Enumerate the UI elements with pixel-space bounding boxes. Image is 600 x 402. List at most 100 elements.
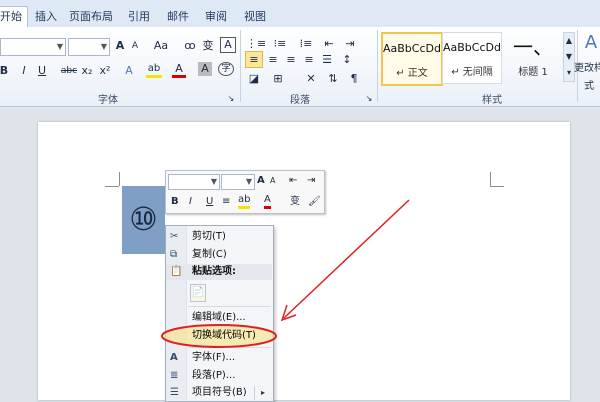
format-painter-icon[interactable]: 🖌 <box>308 194 321 210</box>
submenu-arrow-icon: ▸ <box>261 388 266 397</box>
menu-item-bullets[interactable]: 项目符号(B) <box>192 386 247 400</box>
ribbon-tab-bar: 开始 插入 页面布局 引用 邮件 审阅 视图 <box>0 0 600 28</box>
chinese-layout-button[interactable]: ✕ <box>303 70 319 88</box>
strikethrough-button[interactable]: abc <box>60 62 78 80</box>
mini-shrink-font-button[interactable]: A <box>270 173 275 189</box>
change-styles-icon[interactable]: A <box>580 34 600 58</box>
font-group-label: 字体 <box>98 95 118 106</box>
style-name: ↵ 无间隔 <box>451 67 493 78</box>
bold-button[interactable]: B <box>0 62 10 80</box>
mini-bold-button[interactable]: B <box>171 194 179 210</box>
style-name: ↵ 正文 <box>396 68 428 79</box>
paragraph-group-label: 段落 <box>290 95 310 106</box>
line-spacing-button[interactable]: ↕ <box>340 51 354 69</box>
selected-field[interactable]: ⑩ <box>122 186 165 254</box>
styles-group-label: 样式 <box>482 95 502 106</box>
style-sample: 一、 <box>513 35 553 59</box>
menu-separator <box>188 347 271 348</box>
tab-references[interactable]: 引用 <box>123 7 155 27</box>
style-normal[interactable]: AaBbCcDd ↵ 正文 <box>381 32 443 86</box>
tab-review[interactable]: 审阅 <box>200 7 232 27</box>
style-sample: AaBbCcDd <box>443 41 501 54</box>
clear-format-button[interactable]: ꝏ <box>183 37 197 55</box>
circled-number-text: ⑩ <box>129 200 158 238</box>
copy-icon: ⧉ <box>170 249 178 260</box>
grow-font-button[interactable]: A <box>113 37 127 55</box>
chevron-down-icon: ▼ <box>56 42 63 51</box>
mini-italic-button[interactable]: I <box>189 194 192 210</box>
show-marks-button[interactable]: ¶ <box>347 70 361 88</box>
crop-mark <box>105 186 119 187</box>
style-heading-1[interactable]: 一、 标题 1 <box>503 32 563 84</box>
mini-highlight-button[interactable]: ab <box>238 194 251 209</box>
crop-mark <box>490 172 491 186</box>
distributed-button[interactable]: ☰ <box>320 51 334 69</box>
justify-button[interactable]: ≡ <box>302 51 316 69</box>
chevron-down-icon: ▼ <box>210 177 217 186</box>
sort-button[interactable]: ⇅ <box>326 70 340 88</box>
font-name-combo[interactable]: ▼ <box>0 38 66 56</box>
text-effects-button[interactable]: A <box>122 62 136 80</box>
shrink-font-button[interactable]: A <box>129 37 141 55</box>
mini-underline-button[interactable]: U <box>206 194 213 210</box>
style-sample: AaBbCcDd <box>383 42 441 55</box>
italic-button[interactable]: I <box>18 62 30 80</box>
font-size-combo[interactable]: ▼ <box>68 38 110 56</box>
menu-item-toggle-field-codes-label: 切换域代码(T) <box>192 330 256 341</box>
mini-center-button[interactable]: ≡ <box>222 194 230 210</box>
crop-mark <box>119 172 120 186</box>
superscript-button[interactable]: x² <box>98 62 112 80</box>
mini-grow-font-button[interactable]: A <box>257 173 265 189</box>
crop-mark <box>490 186 504 187</box>
tab-home[interactable]: 开始 <box>0 6 28 28</box>
align-left-button[interactable]: ≡ <box>245 51 263 68</box>
underline-button[interactable]: U <box>36 62 48 80</box>
shading-button[interactable]: ◪ <box>246 70 262 88</box>
menu-separator <box>188 306 271 307</box>
enclose-char-button[interactable]: 字 <box>218 62 234 76</box>
mini-increase-indent-button[interactable]: ⇥ <box>307 173 315 189</box>
group-divider <box>377 30 378 102</box>
char-shading-button[interactable]: A <box>198 62 212 76</box>
mini-phonetic-button[interactable]: 变 <box>290 194 300 210</box>
mini-toolbar: ▼ ▼ A A ⇤ ⇥ B I U ≡ ab A 变 🖌 <box>165 170 325 214</box>
mini-font-name-combo[interactable]: ▼ <box>168 174 220 190</box>
bullets-icon: ☰ <box>170 387 179 398</box>
group-divider <box>240 30 241 102</box>
menu-item-copy[interactable]: 复制(C) <box>192 248 227 262</box>
mini-decrease-indent-button[interactable]: ⇤ <box>289 173 297 189</box>
chevron-down-icon: ▼ <box>100 42 107 51</box>
menu-item-paste-options: 粘贴选项: <box>192 266 236 277</box>
font-color-button[interactable]: A <box>172 62 186 78</box>
paste-keep-text-icon[interactable]: 📄 <box>190 284 206 302</box>
phonetic-guide-button[interactable]: 变 <box>201 37 215 55</box>
document-page[interactable] <box>38 122 570 400</box>
scissors-icon: ✂ <box>170 231 179 242</box>
paste-icon: 📋 <box>170 266 183 277</box>
submenu-divider <box>254 386 255 400</box>
menu-item-cut[interactable]: 剪切(T) <box>192 230 226 244</box>
font-dialog-launcher-icon[interactable]: ↘ <box>226 90 236 108</box>
mini-font-size-combo[interactable]: ▼ <box>221 174 255 190</box>
chevron-down-icon: ▼ <box>245 177 252 186</box>
char-border-button[interactable]: A <box>220 37 236 53</box>
tab-mailings[interactable]: 邮件 <box>162 7 194 27</box>
font-icon: A <box>170 352 178 363</box>
paragraph-dialog-launcher-icon[interactable]: ↘ <box>364 90 374 108</box>
tab-insert[interactable]: 插入 <box>30 7 62 27</box>
style-no-spacing[interactable]: AaBbCcDd ↵ 无间隔 <box>442 32 502 84</box>
menu-item-edit-field[interactable]: 编辑域(E)... <box>192 311 246 325</box>
tab-page-layout[interactable]: 页面布局 <box>66 7 116 27</box>
menu-item-font[interactable]: 字体(F)... <box>192 351 235 365</box>
subscript-button[interactable]: x₂ <box>80 62 94 80</box>
borders-button[interactable]: ⊞ <box>270 70 286 88</box>
tab-view[interactable]: 视图 <box>239 7 271 27</box>
highlight-color-button[interactable]: ab <box>146 62 162 78</box>
align-center-button[interactable]: ≡ <box>266 51 280 69</box>
mini-font-color-button[interactable]: A <box>264 194 271 209</box>
change-case-button[interactable]: Aa <box>152 37 170 55</box>
menu-item-paragraph[interactable]: 段落(P)... <box>192 369 235 383</box>
style-name: 标题 1 <box>518 67 548 78</box>
align-right-button[interactable]: ≡ <box>284 51 298 69</box>
change-styles-label[interactable]: 更改样式 <box>574 60 600 92</box>
